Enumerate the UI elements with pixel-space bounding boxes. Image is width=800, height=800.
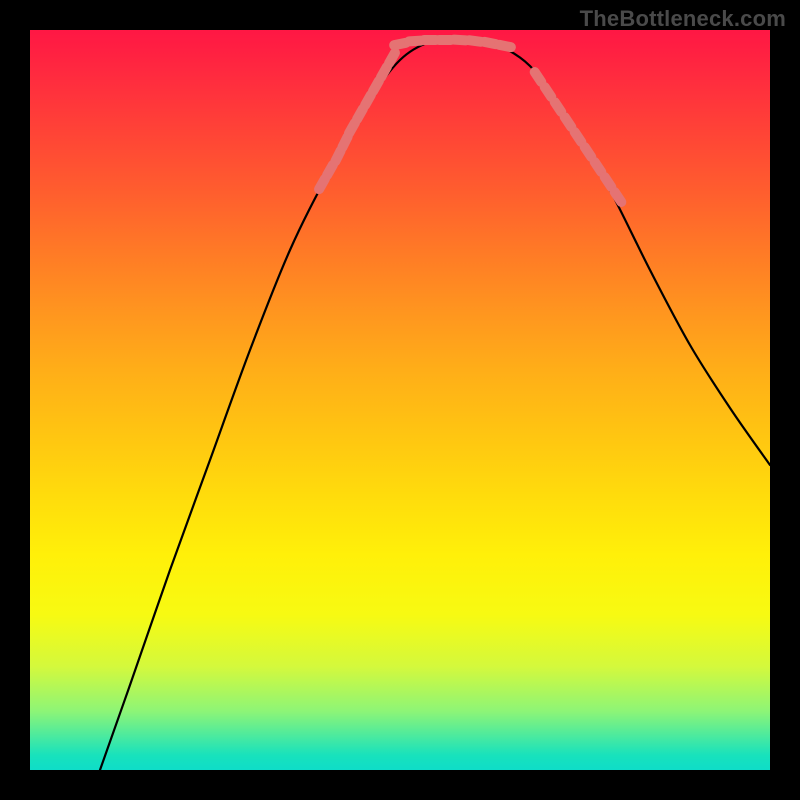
dot-segment xyxy=(357,109,363,119)
dot-segment xyxy=(484,42,496,44)
dots-right-cluster xyxy=(535,72,622,202)
dot-segment xyxy=(327,165,333,175)
watermark-text: TheBottleneck.com xyxy=(580,6,786,32)
dot-segment xyxy=(615,192,622,202)
dot-segment xyxy=(389,53,395,63)
dot-segment xyxy=(394,43,406,45)
dot-segment xyxy=(365,95,371,105)
dot-segment xyxy=(595,162,602,172)
plot-area xyxy=(30,30,770,770)
curve-line xyxy=(100,39,770,770)
dot-segment xyxy=(575,132,582,142)
dot-segment xyxy=(373,81,379,91)
dot-segment xyxy=(565,117,572,127)
chart-frame: TheBottleneck.com xyxy=(0,0,800,800)
chart-svg xyxy=(30,30,770,770)
dot-segment xyxy=(335,151,340,162)
dot-segment xyxy=(545,87,552,97)
dot-segment xyxy=(349,123,355,133)
dot-segment xyxy=(535,72,542,82)
dot-segment xyxy=(499,45,511,47)
dot-segment xyxy=(555,102,562,112)
dot-segment xyxy=(585,147,592,157)
dot-segment xyxy=(605,177,612,187)
dot-segment xyxy=(319,179,325,189)
dots-left-cluster xyxy=(319,53,395,189)
dot-segment xyxy=(342,137,347,148)
dot-segment xyxy=(381,67,387,77)
dots-bottom-cluster xyxy=(394,40,511,48)
